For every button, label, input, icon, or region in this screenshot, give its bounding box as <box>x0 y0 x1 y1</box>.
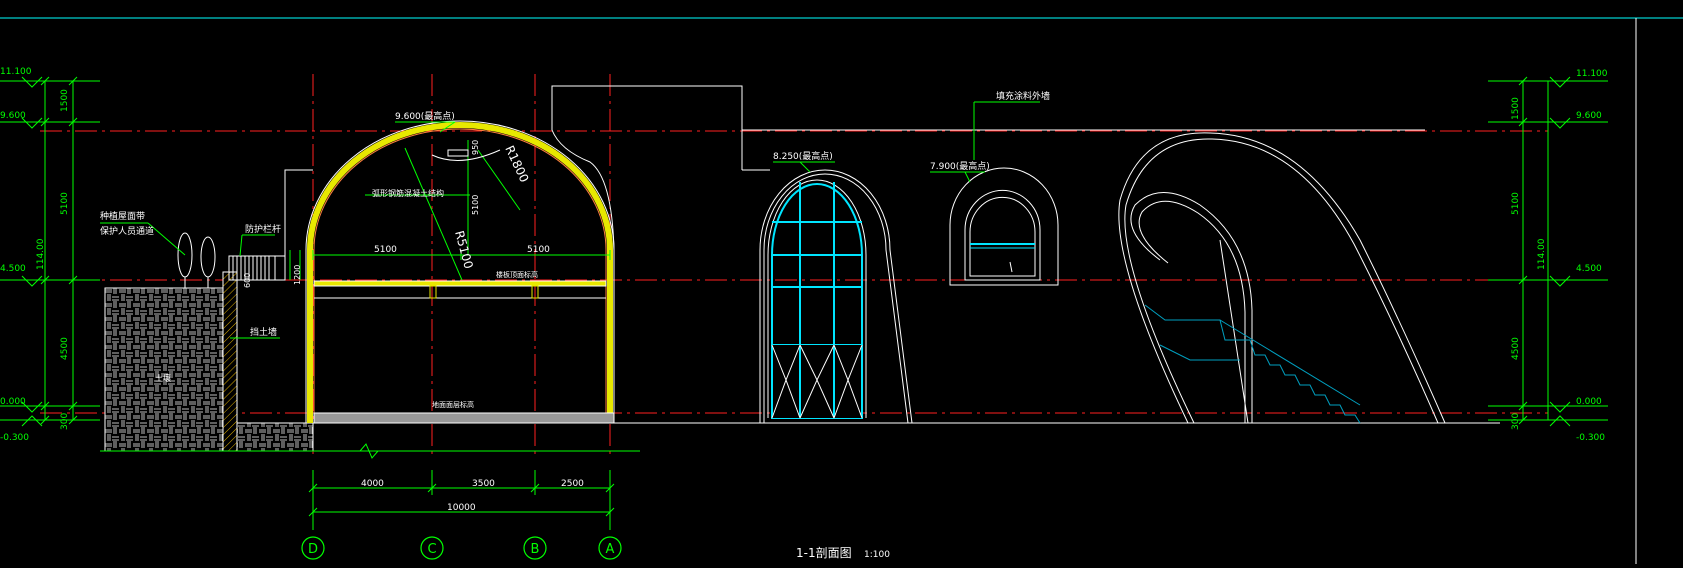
main-arch <box>305 120 615 423</box>
axis-label-d: D <box>308 542 318 557</box>
bottom-dim-total: 10000 <box>447 503 476 513</box>
left-dim-1500: 1500 <box>60 89 70 112</box>
right-dim-4500: 4500 <box>1511 337 1521 360</box>
drawing-scale: 1:100 <box>864 550 890 560</box>
bottom-dim-2500: 2500 <box>561 479 584 489</box>
window-mark <box>1009 261 1013 273</box>
left-dimension-texts: 11.100 9.600 4.500 0.000 -0.300 1500 510… <box>0 67 70 443</box>
building-outline <box>551 85 1500 424</box>
left-level-1: 11.100 <box>0 67 32 77</box>
radius-outer-label: R1800 <box>502 143 531 184</box>
axis-label-a: A <box>606 542 615 557</box>
guardrail-label: 防护栏杆 <box>245 223 281 235</box>
span-right-label: 5100 <box>527 245 550 255</box>
axis-label-c: C <box>427 542 436 557</box>
arch-detail-box <box>447 149 469 157</box>
arch-detail-curve <box>431 149 501 161</box>
right-level-1: 11.100 <box>1576 69 1608 79</box>
slab-label: 楼板顶面标高 <box>496 270 538 279</box>
axis-labels: D C B A <box>308 542 615 557</box>
ground-hatch <box>236 422 314 452</box>
left-dim-4500: 4500 <box>60 337 70 360</box>
right-level-2: 9.600 <box>1576 111 1602 121</box>
retaining-wall <box>222 271 238 452</box>
arch-leaders <box>365 121 521 281</box>
arch-rise-label: 5100 <box>471 195 480 215</box>
left-level-5: -0.300 <box>0 433 29 443</box>
rail-small-dim: 600 <box>243 273 252 288</box>
left-dim-5100: 5100 <box>60 192 70 215</box>
right-dimension-chain <box>1488 76 1608 427</box>
left-dimension-chain <box>0 76 100 427</box>
bottom-dim-4000: 4000 <box>361 479 384 489</box>
span-left-label: 5100 <box>374 245 397 255</box>
right-dim-1500: 1500 <box>1511 97 1521 120</box>
planter-label-2: 保护人员通道 <box>100 225 154 237</box>
wave-form <box>1118 132 1446 424</box>
floor-label: 地面面层标高 <box>432 400 474 409</box>
left-dim-300: 300 <box>60 413 70 430</box>
soil-label: 土壤 <box>155 373 171 383</box>
tall-arch-window <box>759 169 913 424</box>
wall-material-label: 填充涂料外墙 <box>996 90 1050 102</box>
right-level-5: -0.300 <box>1576 433 1605 443</box>
small-window-label: 7.900(最高点) <box>930 160 990 172</box>
retaining-wall-label: 挡土墙 <box>250 326 277 338</box>
left-level-2: 9.600 <box>0 111 26 121</box>
axis-bubbles <box>301 536 622 560</box>
left-dim-total: 114.00 <box>36 238 46 270</box>
rail-height-dim: 1200 <box>293 265 302 285</box>
right-dimension-texts: 11.100 9.600 4.500 0.000 -0.300 1500 510… <box>1511 69 1608 443</box>
small-arch-window <box>949 167 1059 286</box>
right-dim-5100: 5100 <box>1511 192 1521 215</box>
small-dim-label: 950 <box>471 140 480 155</box>
left-level-3: 4.500 <box>0 264 26 274</box>
window-top-label: 8.250(最高点) <box>773 150 833 162</box>
right-dim-300: 300 <box>1511 413 1521 430</box>
arc-structure-label: 弧形钢筋混凝土结构 <box>372 188 444 198</box>
arch-top-label: 9.600(最高点) <box>395 110 455 122</box>
bottom-dim-3500: 3500 <box>472 479 495 489</box>
level-lines <box>40 130 1548 414</box>
section-drawing: 11.100 9.600 4.500 0.000 -0.300 1500 510… <box>0 17 1683 564</box>
soil-hatch <box>104 287 224 452</box>
axis-label-b: B <box>531 542 540 557</box>
left-level-4: 0.000 <box>0 397 26 407</box>
cad-viewport[interactable]: 11.100 9.600 4.500 0.000 -0.300 1500 510… <box>0 0 1683 564</box>
right-level-4: 0.000 <box>1576 397 1602 407</box>
planter-label: 种植屋面带 <box>100 210 145 222</box>
drawing-title: 1-1剖面图 <box>796 546 852 560</box>
right-level-3: 4.500 <box>1576 264 1602 274</box>
right-dim-total: 114.00 <box>1537 238 1547 270</box>
